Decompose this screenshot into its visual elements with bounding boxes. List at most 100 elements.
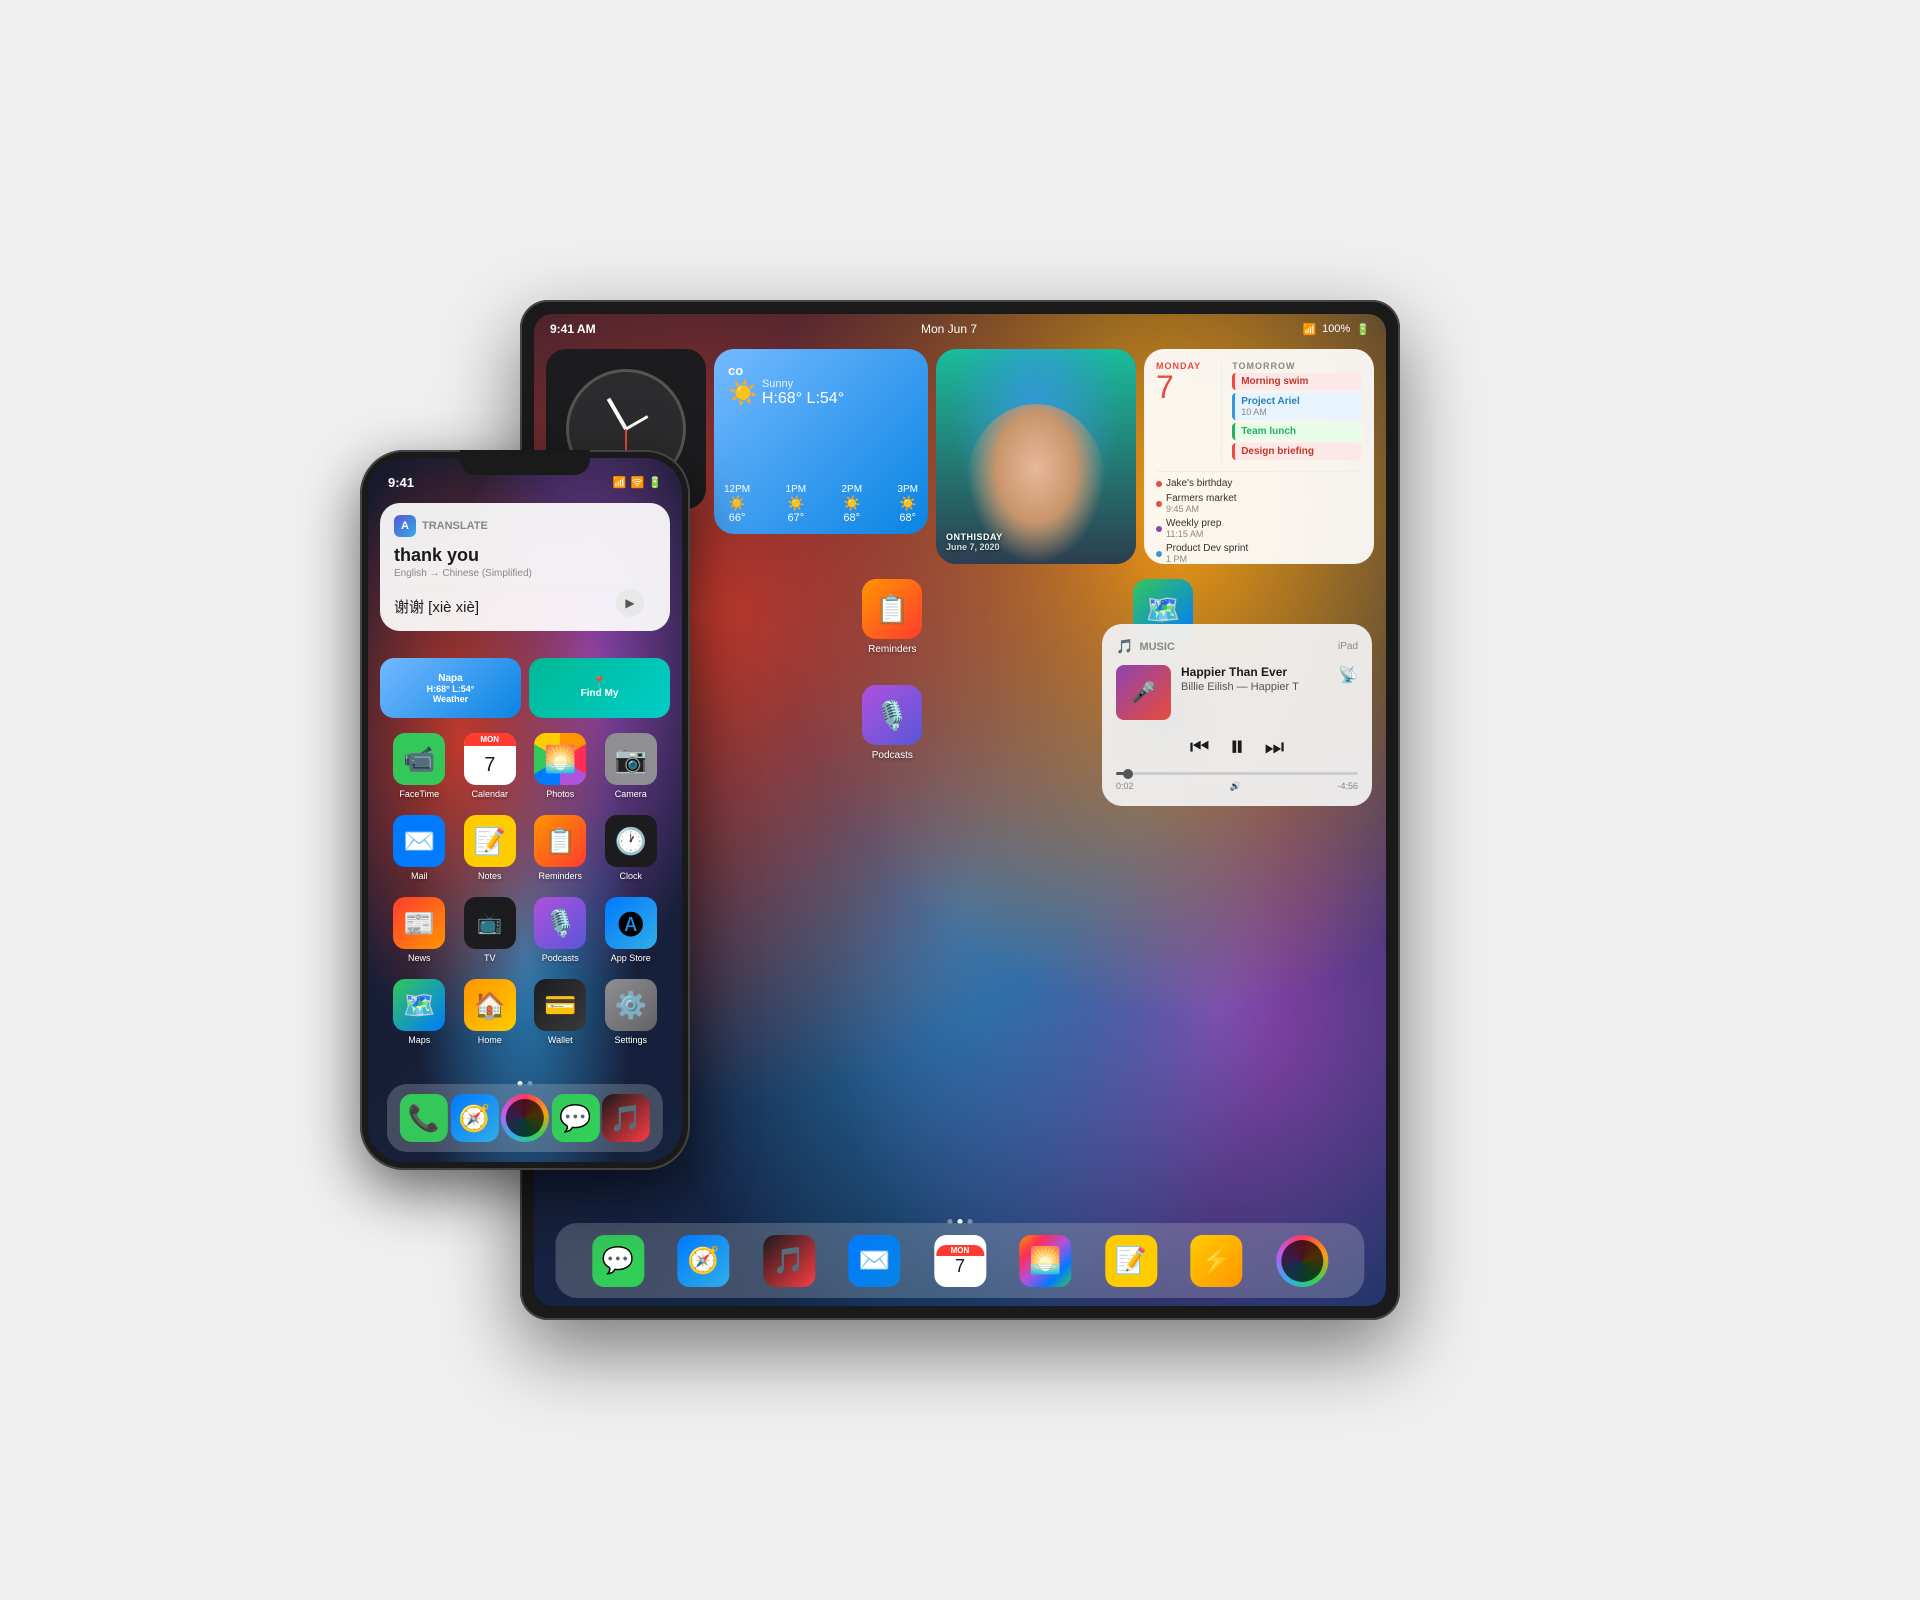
calendar-icon: MON 7 bbox=[464, 733, 516, 785]
reminders-icon: 📋 bbox=[862, 579, 922, 639]
mail-icon: ✉️ bbox=[393, 815, 445, 867]
iphone-row-3: 📰 News 📺 TV 🎙️ Podcasts 🅐 App Store bbox=[384, 897, 666, 963]
iphone-maps[interactable]: 🗺️ Maps bbox=[390, 979, 448, 1045]
iphone-screen: 9:41 📶 🛜 🔋 A Translate thank you English… bbox=[368, 458, 682, 1162]
pause-button[interactable]: ⏸ bbox=[1230, 730, 1245, 764]
wallet-icon: 💳 bbox=[534, 979, 586, 1031]
music-info: Happier Than Ever Billie Eilish — Happie… bbox=[1181, 665, 1328, 720]
main-scene: 9:41 AM Mon Jun 7 📶 100% 🔋 co bbox=[360, 250, 1560, 1350]
dock-safari-phone[interactable]: 🧭 bbox=[451, 1094, 499, 1142]
ipad-dock: 💬 🧭 🎵 ✉️ MON 7 🌅 📝 ⚡ bbox=[555, 1223, 1364, 1298]
podcasts-icon-phone: 🎙️ bbox=[534, 897, 586, 949]
music-controls: ⏮ ⏸ ⏭ bbox=[1116, 730, 1358, 764]
ipad-date: Mon Jun 7 bbox=[921, 322, 977, 336]
dock-phone[interactable]: 📞 bbox=[400, 1094, 448, 1142]
iphone-mail[interactable]: ✉️ Mail bbox=[390, 815, 448, 881]
wifi-icon-phone: 🛜 bbox=[631, 476, 645, 489]
iphone-reminders[interactable]: 📋 Reminders bbox=[531, 815, 589, 881]
ipad-status-bar: 9:41 AM Mon Jun 7 📶 100% 🔋 bbox=[534, 314, 1386, 344]
iphone-tv[interactable]: 📺 TV bbox=[461, 897, 519, 963]
iphone-appstore[interactable]: 🅐 App Store bbox=[602, 897, 660, 963]
music-time-total: -4:56 bbox=[1337, 781, 1358, 792]
siri-inner bbox=[1281, 1240, 1323, 1282]
cal-event-team-lunch: Team lunch bbox=[1232, 423, 1362, 440]
iphone-clock[interactable]: 🕐 Clock bbox=[602, 815, 660, 881]
iphone-camera[interactable]: 📷 Camera bbox=[602, 733, 660, 799]
translate-header: A Translate bbox=[394, 515, 656, 537]
iphone-app-grid: 📹 FaceTime MON 7 Calendar 🌅 Photos bbox=[384, 733, 666, 1061]
reminders-label: Reminders bbox=[868, 644, 916, 655]
notes-label: Notes bbox=[478, 871, 502, 881]
camera-label: Camera bbox=[615, 789, 647, 799]
weather-hourly: 12PM☀️66° 1PM☀️67° 2PM☀️68° 3PM☀️68° bbox=[724, 484, 918, 524]
iphone-device: 9:41 📶 🛜 🔋 A Translate thank you English… bbox=[360, 450, 690, 1170]
photo-widget[interactable]: ONTHISDAY June 7, 2020 bbox=[936, 349, 1136, 564]
fastforward-button[interactable]: ⏭ bbox=[1265, 734, 1285, 760]
appstore-icon: 🅐 bbox=[605, 897, 657, 949]
dock-photos[interactable]: 🌅 bbox=[1019, 1235, 1071, 1287]
tv-label-phone: TV bbox=[484, 953, 496, 963]
airplay-icon[interactable]: 📡 bbox=[1338, 665, 1358, 720]
music-album-art: 🎤 bbox=[1116, 665, 1171, 720]
iphone-calendar[interactable]: MON 7 Calendar bbox=[461, 733, 519, 799]
dock-music[interactable]: 🎵 bbox=[763, 1235, 815, 1287]
dock-siri[interactable] bbox=[1276, 1235, 1328, 1287]
music-progress-bar[interactable] bbox=[1116, 772, 1358, 775]
mail-label: Mail bbox=[411, 871, 428, 881]
photo-label: ONTHISDAY June 7, 2020 bbox=[946, 532, 1003, 552]
cal-event-sprint: Product Dev sprint 1 PM bbox=[1156, 543, 1362, 564]
music-times: 0:02 🔊 -4:56 bbox=[1116, 781, 1358, 792]
dock-shortcuts[interactable]: ⚡ bbox=[1190, 1235, 1242, 1287]
iphone-notes[interactable]: 📝 Notes bbox=[461, 815, 519, 881]
battery-icon-phone: 🔋 bbox=[648, 476, 662, 489]
dock-calendar[interactable]: MON 7 bbox=[934, 1235, 986, 1287]
dock-safari[interactable]: 🧭 bbox=[678, 1235, 730, 1287]
dock-siri-phone[interactable] bbox=[501, 1094, 549, 1142]
facetime-icon: 📹 bbox=[393, 733, 445, 785]
dock-messages[interactable]: 💬 bbox=[592, 1235, 644, 1287]
home-icon: 🏠 bbox=[464, 979, 516, 1031]
iphone-facetime[interactable]: 📹 FaceTime bbox=[390, 733, 448, 799]
weather-condition: Sunny bbox=[762, 378, 844, 390]
dock-music-phone[interactable]: 🎵 bbox=[602, 1094, 650, 1142]
cal-today-num: 7 bbox=[1156, 371, 1201, 403]
ipad-app-reminders[interactable]: 📋 Reminders bbox=[857, 579, 927, 655]
music-time-current: 0:02 bbox=[1116, 781, 1134, 792]
volume-icon: 🔊 bbox=[1230, 781, 1241, 792]
translate-app-icon: A bbox=[394, 515, 416, 537]
settings-label: Settings bbox=[614, 1035, 647, 1045]
facetime-label: FaceTime bbox=[399, 789, 439, 799]
iphone-news[interactable]: 📰 News bbox=[390, 897, 448, 963]
ipad-app-podcasts[interactable]: 🎙️ Podcasts bbox=[857, 685, 927, 761]
findmy-mini-widget[interactable]: 📍 Find My bbox=[529, 658, 670, 718]
settings-icon: ⚙️ bbox=[605, 979, 657, 1031]
translate-widget[interactable]: A Translate thank you English → Chinese … bbox=[380, 503, 670, 631]
music-artist: Billie Eilish — Happier T bbox=[1181, 681, 1328, 693]
iphone-time: 9:41 bbox=[388, 475, 414, 490]
iphone-settings[interactable]: ⚙️ Settings bbox=[602, 979, 660, 1045]
weather-widget[interactable]: co ☀️ Sunny H:68° L:54° 12PM☀️66° 1PM☀️6… bbox=[714, 349, 928, 534]
translate-play-button[interactable]: ▶ bbox=[616, 589, 644, 617]
iphone-notch bbox=[460, 450, 590, 475]
iphone-dock: 📞 🧭 💬 🎵 bbox=[387, 1084, 663, 1152]
translate-lang-pair: English → Chinese (Simplified) bbox=[394, 568, 656, 579]
music-widget[interactable]: 🎵 Music iPad 🎤 Happier Than Ever Billie … bbox=[1102, 624, 1372, 806]
iphone-photos[interactable]: 🌅 Photos bbox=[531, 733, 589, 799]
music-header: 🎵 Music iPad bbox=[1116, 638, 1358, 655]
iphone-row-2: ✉️ Mail 📝 Notes 📋 Reminders 🕐 Clock bbox=[384, 815, 666, 881]
iphone-wallet[interactable]: 💳 Wallet bbox=[531, 979, 589, 1045]
iphone-podcasts[interactable]: 🎙️ Podcasts bbox=[531, 897, 589, 963]
rewind-button[interactable]: ⏮ bbox=[1190, 734, 1210, 760]
dock-mail[interactable]: ✉️ bbox=[848, 1235, 900, 1287]
news-icon: 📰 bbox=[393, 897, 445, 949]
weather-mini-widget[interactable]: Napa H:68° L:54° Weather bbox=[380, 658, 521, 718]
cal-event-weekly: Weekly prep 11:15 AM bbox=[1156, 518, 1362, 539]
podcasts-label: Podcasts bbox=[872, 750, 913, 761]
dock-notes[interactable]: 📝 bbox=[1105, 1235, 1157, 1287]
dock-messages-phone[interactable]: 💬 bbox=[551, 1094, 599, 1142]
maps-label-phone: Maps bbox=[408, 1035, 430, 1045]
iphone-home[interactable]: 🏠 Home bbox=[461, 979, 519, 1045]
iphone-status-right: 📶 🛜 🔋 bbox=[613, 476, 662, 489]
calendar-widget[interactable]: MONDAY 7 TOMORROW Morning swim Project A… bbox=[1144, 349, 1374, 564]
reminders-label-phone: Reminders bbox=[538, 871, 582, 881]
